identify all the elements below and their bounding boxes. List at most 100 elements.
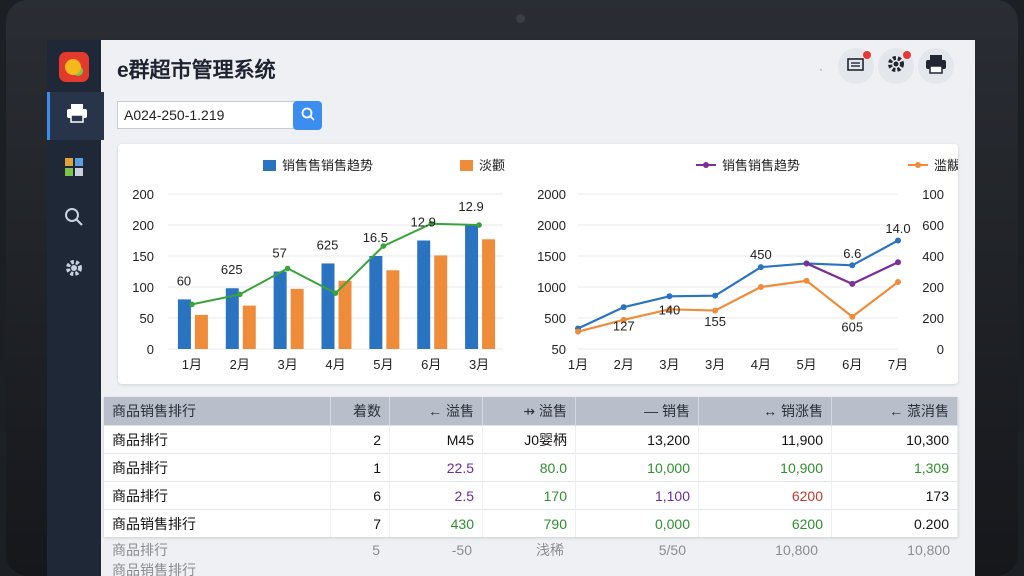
print-button[interactable] xyxy=(918,48,954,84)
bar xyxy=(417,240,431,349)
bar xyxy=(290,288,304,349)
reflection-cell: 5 xyxy=(372,542,380,558)
bar xyxy=(194,314,208,349)
x-tick-label: 1月 xyxy=(568,357,588,372)
reflection-cell xyxy=(388,560,480,576)
data-label: 140 xyxy=(659,302,681,317)
reflection-cell: 商品排行 xyxy=(112,542,168,558)
app-screen: e群超市管理系统 · 050100150200200销售售销售趋势淡颧1月2月3… xyxy=(47,40,975,576)
search-icon xyxy=(64,207,84,233)
reflection-row: 商品排行 5 -50 浅稀 5/50 10,800 10,800 xyxy=(104,540,958,560)
reflection-cell: 10,800 xyxy=(775,542,818,558)
data-label: 450 xyxy=(750,247,772,262)
settings-button[interactable] xyxy=(878,48,914,84)
y-tick-label: 0 xyxy=(147,342,154,357)
table-cell: 10,000 xyxy=(575,453,699,482)
legend-label: 滥黻 xyxy=(934,158,958,173)
data-point xyxy=(284,265,291,272)
reflection-cell: 10,800 xyxy=(907,542,950,558)
y-tick-label: 100 xyxy=(132,280,154,295)
table-cell: M45 xyxy=(389,425,483,454)
data-point xyxy=(666,293,673,300)
y-tick-label: 50 xyxy=(140,311,154,326)
data-label: 155 xyxy=(704,314,726,329)
column-header[interactable]: ← 溢售 xyxy=(389,397,483,426)
table-cell: 6200 xyxy=(698,509,832,537)
table-cell: 13,200 xyxy=(575,425,699,454)
table-cell: 11,900 xyxy=(698,425,832,454)
data-label: 12.9 xyxy=(458,199,483,214)
data-point xyxy=(712,307,719,314)
sidebar-item-search[interactable] xyxy=(47,196,101,244)
data-label: 605 xyxy=(841,320,863,335)
search-button[interactable] xyxy=(293,101,322,130)
bar xyxy=(434,255,448,349)
data-point xyxy=(620,304,627,311)
x-tick-label: 2月 xyxy=(230,357,250,372)
right-tick-label: 100 xyxy=(922,187,944,202)
x-tick-label: 4月 xyxy=(751,357,771,372)
x-tick-label: 6月 xyxy=(421,357,441,372)
column-header[interactable]: — 销售 xyxy=(575,397,699,426)
app-title: e群超市管理系统 xyxy=(117,59,276,82)
y-tick-label: 50 xyxy=(552,342,566,357)
column-header[interactable]: ⇸ 溢售 xyxy=(482,397,576,426)
bar-chart: 0 50 100 150 200 200 销售售销售趋势 淡颧 1月 2月 3月 4月 5月 6月 3月 60… xyxy=(132,158,505,372)
x-tick-label: 3月 xyxy=(705,357,725,372)
legend-swatch xyxy=(460,160,473,171)
search-input[interactable] xyxy=(117,101,301,129)
y-tick-label: 2000 xyxy=(538,218,566,233)
x-tick-label: 3月 xyxy=(278,357,298,372)
table-cell: 0,000 xyxy=(575,509,699,537)
sidebar-item-settings[interactable] xyxy=(47,247,101,295)
table-cell: 6 xyxy=(330,481,390,510)
table-cell: 1,100 xyxy=(575,481,699,510)
table-reflection: 商品排行 5 -50 浅稀 5/50 10,800 10,800 商品销售排行 xyxy=(104,540,958,576)
data-point xyxy=(849,262,856,269)
x-tick-label: 3月 xyxy=(469,357,489,372)
legend-label: 销售售销售趋势 xyxy=(282,158,373,173)
x-tick-label: 3月 xyxy=(659,357,679,372)
printer-icon xyxy=(66,103,88,129)
x-tick-label: 2月 xyxy=(614,357,634,372)
reflection-row: 商品销售排行 xyxy=(104,560,958,576)
column-header[interactable]: 着数 xyxy=(330,397,390,426)
reflection-cell: 商品销售排行 xyxy=(112,562,196,576)
table-cell: 2.5 xyxy=(389,481,483,510)
y-tick-label: 200 xyxy=(132,218,154,233)
column-header[interactable]: ← 蒎消售 xyxy=(831,397,958,426)
table-row[interactable]: 商品排行 1 22.5 80.0 10,000 10,900 1,309 xyxy=(104,453,958,482)
right-tick-label: 200 xyxy=(922,311,944,326)
data-point xyxy=(189,301,195,308)
document-icon xyxy=(847,56,865,77)
table-cell: J0婴柄 xyxy=(482,425,576,454)
bar xyxy=(321,263,335,349)
table-row[interactable]: 商品排行 6 2.5 170 1,100 6200 173 xyxy=(104,481,958,510)
y-tick-label: 2000 xyxy=(538,187,566,202)
bar xyxy=(465,225,479,349)
search-icon xyxy=(301,107,315,124)
sidebar-item-print[interactable] xyxy=(47,92,104,140)
table-cell: 430 xyxy=(389,509,483,537)
x-tick-label: 7月 xyxy=(888,357,908,372)
data-point xyxy=(332,290,339,296)
table-cell: 22.5 xyxy=(389,453,483,482)
table-header-row: 商品销售排行 着数 ← 溢售 ⇸ 溢售 — 销售 ↔ 销涨售 ← 蒎消售 xyxy=(104,397,958,426)
y-tick-label: 150 xyxy=(132,249,154,264)
sidebar-item-apps[interactable] xyxy=(47,146,101,194)
right-tick-label: 400 xyxy=(922,249,944,264)
bar xyxy=(177,299,191,349)
document-button[interactable] xyxy=(838,48,874,84)
table-cell: 6200 xyxy=(698,481,832,510)
data-label: 60 xyxy=(177,273,191,288)
data-point xyxy=(895,237,901,244)
data-label: 12.9 xyxy=(411,215,436,230)
data-point xyxy=(895,279,901,286)
table-cell: 790 xyxy=(482,509,576,537)
table-row[interactable]: 商品销售排行 7 430 790 0,000 6200 0.200 xyxy=(104,509,958,537)
column-header[interactable]: 商品销售排行 xyxy=(104,397,331,426)
y-tick-label: 500 xyxy=(544,311,566,326)
table-cell: 1,309 xyxy=(831,453,958,482)
table-row[interactable]: 商品排行 2 M45 J0婴柄 13,200 11,900 10,300 xyxy=(104,425,958,454)
column-header[interactable]: ↔ 销涨售 xyxy=(698,397,832,426)
